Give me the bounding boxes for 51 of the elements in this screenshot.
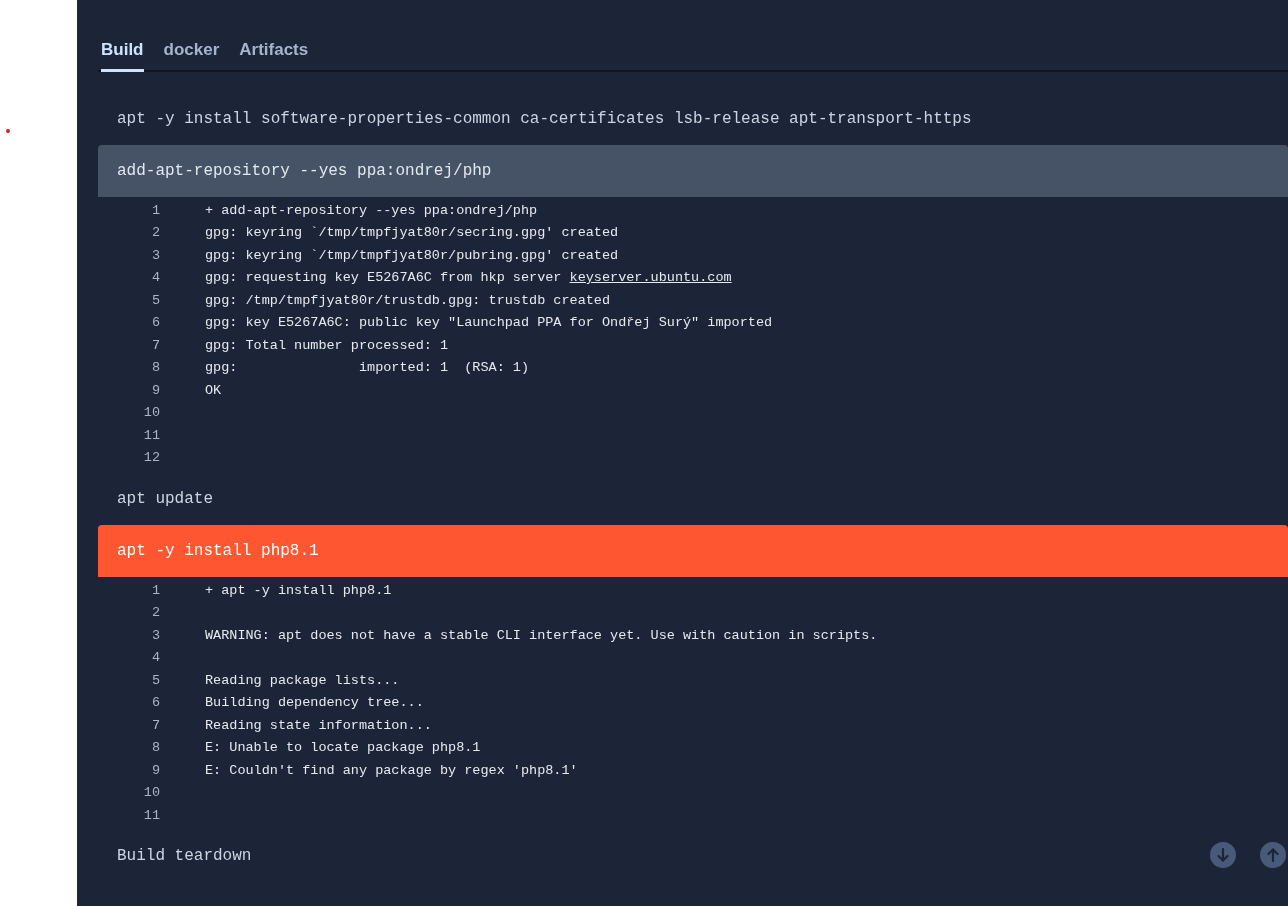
log-line: gpg: keyring `/tmp/tmpfjyat80r/secring.gpg' created [205,224,619,243]
tab[interactable]: docker [163,37,220,72]
scroll-down-button[interactable] [1210,842,1236,868]
line-number: 2 [150,604,160,623]
log-line: WARNING: apt does not have a stable CLI interface yet. Use with caution in scripts. [205,626,878,645]
line-number: 6 [150,694,160,713]
log-link[interactable]: keyserver.ubuntu.com [569,270,732,286]
log-line: gpg: keyring `/tmp/tmpfjyat80r/pubring.gpg' created [205,246,619,265]
line-number: 7 [150,336,160,355]
tab[interactable]: Build [101,37,144,72]
line-number: 1 [150,201,160,220]
line-number: 10 [142,404,160,423]
log-line: Building dependency tree... [205,694,424,713]
log-line: E: Couldn't find any package by regex 'php8.1' [205,761,578,780]
line-number: 2 [150,224,160,243]
log-line: gpg: /tmp/tmpfjyat80r/trustdb.gpg: trustdb created [205,291,611,310]
line-number: 10 [142,784,160,803]
line-number: 3 [150,626,160,645]
line-number: 7 [150,716,160,735]
line-number: 3 [150,246,160,265]
log-line: + apt -y install php8.1 [205,581,392,600]
arrow-up-icon [1267,848,1279,862]
line-number: 11 [142,806,160,825]
log-line: E: Unable to locate package php8.1 [205,739,481,758]
line-number: 5 [150,671,160,690]
line-number: 12 [142,449,160,468]
line-number: 8 [150,739,160,758]
line-number: 11 [142,426,160,445]
step-command[interactable]: apt update [98,472,1288,525]
step-command[interactable]: Build teardown [98,830,1288,882]
log-line: gpg: requesting key E5267A6C from hkp server keyserver.ubuntu.com [205,269,732,288]
line-number: 1 [150,581,160,600]
tab[interactable]: Artifacts [239,37,309,72]
line-number: 9 [150,761,160,780]
log-line: gpg: key E5267A6C: public key "Launchpad PPA for Ondřej Surý" imported [205,314,773,333]
line-number: 8 [150,359,160,378]
step-header[interactable]: add-apt-repository --yes ppa:ondrej/php [98,144,1288,197]
line-number: 6 [150,314,160,333]
line-number: 5 [150,291,160,310]
line-number: 4 [150,269,160,288]
line-number: 4 [150,649,160,668]
log-line: gpg: imported: 1 (RSA: 1) [205,359,530,378]
arrow-down-icon [1217,848,1229,862]
scroll-up-button[interactable] [1260,842,1286,868]
log-line: OK [205,381,222,400]
log-line: gpg: Total number processed: 1 [205,336,449,355]
log-line: Reading state information... [205,716,432,735]
line-number: 9 [150,381,160,400]
log-line: + add-apt-repository --yes ppa:ondrej/php [205,201,538,220]
log-line: Reading package lists... [205,671,400,690]
step-command[interactable]: apt -y install software-properties-common ca-certificates lsb-release apt-transport-https [98,92,1288,145]
